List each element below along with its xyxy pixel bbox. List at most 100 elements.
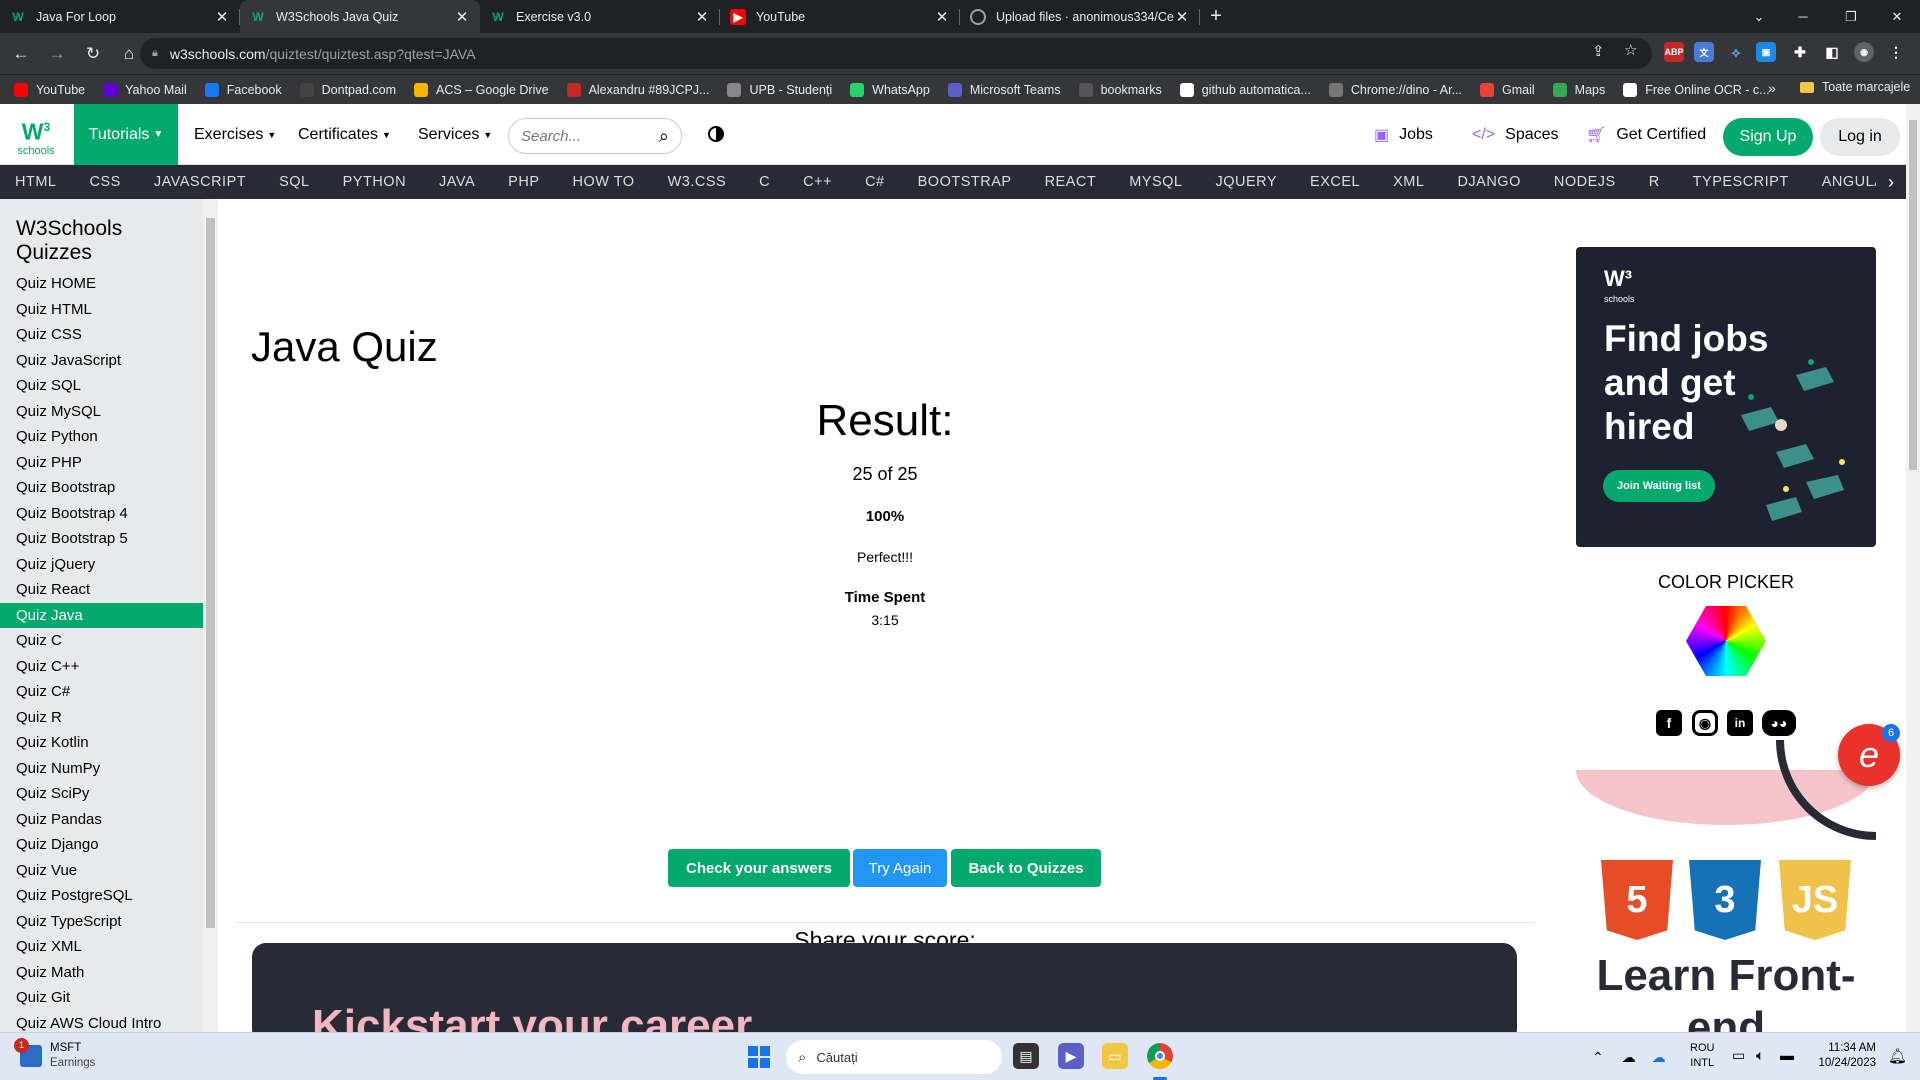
spaces-link[interactable]: </> Spaces bbox=[1472, 104, 1559, 165]
page-scroll-thumb[interactable] bbox=[1909, 120, 1917, 470]
sidebar-item[interactable]: Quiz Bootstrap 5 bbox=[0, 526, 203, 552]
dark-mode-toggle-icon[interactable] bbox=[708, 126, 724, 142]
sidebar-item[interactable]: Quiz SQL bbox=[0, 373, 203, 399]
sidebar-item[interactable]: Quiz AWS Cloud Intro bbox=[0, 1011, 203, 1033]
sidebar-item[interactable]: Quiz Bootstrap bbox=[0, 475, 203, 501]
sidebar-item[interactable]: Quiz SciPy bbox=[0, 781, 203, 807]
taskbar-search-input[interactable]: ⌕ Căutați bbox=[786, 1040, 1002, 1074]
translate-extension-icon[interactable]: 文 bbox=[1694, 42, 1714, 62]
extension-icon[interactable]: ⟡ bbox=[1726, 42, 1746, 62]
forward-button[interactable]: → bbox=[42, 39, 72, 69]
tab-close-icon[interactable]: ✕ bbox=[454, 8, 470, 26]
bookmark-star-icon[interactable]: ☆ bbox=[1624, 41, 1637, 59]
new-tab-button[interactable]: + bbox=[1200, 0, 1232, 33]
sidebar-item[interactable]: Quiz Bootstrap 4 bbox=[0, 501, 203, 527]
all-bookmarks-folder[interactable]: Toate marcajele bbox=[1800, 80, 1910, 94]
linkedin-icon[interactable]: in bbox=[1727, 710, 1753, 736]
browser-tab[interactable]: ▶ YouTube ✕ bbox=[720, 0, 960, 33]
bookmark-item[interactable]: Gmail bbox=[1480, 82, 1535, 97]
topic-link[interactable]: PHP bbox=[508, 174, 539, 190]
topic-link[interactable]: SQL bbox=[279, 174, 310, 190]
topic-link[interactable]: PYTHON bbox=[343, 174, 406, 190]
screenshot-extension-icon[interactable]: ▣ bbox=[1756, 42, 1776, 62]
topic-link[interactable]: EXCEL bbox=[1310, 174, 1360, 190]
browser-tab-active[interactable]: W W3Schools Java Quiz ✕ bbox=[240, 0, 480, 33]
sidebar-item[interactable]: Quiz React bbox=[0, 577, 203, 603]
log-in-button[interactable]: Log in bbox=[1820, 118, 1900, 156]
bookmark-item[interactable]: github automatica... bbox=[1179, 82, 1311, 97]
sidebar-item[interactable]: Quiz Python bbox=[0, 424, 203, 450]
reload-button[interactable]: ↻ bbox=[78, 39, 108, 69]
exercises-menu-button[interactable]: Exercises ▼ bbox=[194, 104, 276, 165]
topic-link[interactable]: TYPESCRIPT bbox=[1693, 174, 1789, 190]
topic-link[interactable]: REACT bbox=[1045, 174, 1097, 190]
file-explorer-icon[interactable]: ▭ bbox=[1102, 1043, 1128, 1069]
notifications-bell-icon[interactable]: 🔔︎ bbox=[1888, 1047, 1907, 1065]
topic-link[interactable]: R bbox=[1649, 174, 1660, 190]
tab-close-icon[interactable]: ✕ bbox=[214, 8, 230, 26]
network-icon[interactable]: ▭ bbox=[1732, 1047, 1745, 1064]
topic-link[interactable]: JQUERY bbox=[1215, 174, 1277, 190]
sidebar-item[interactable]: Quiz C++ bbox=[0, 654, 203, 680]
topics-scroll-right-icon[interactable]: › bbox=[1876, 165, 1906, 199]
volume-icon[interactable]: 🔈︎ bbox=[1756, 1047, 1764, 1064]
bookmark-item[interactable]: Microsoft Teams bbox=[947, 82, 1061, 97]
sidebar-item[interactable]: Quiz XML bbox=[0, 934, 203, 960]
sidebar-item[interactable]: Quiz TypeScript bbox=[0, 909, 203, 935]
get-certified-link[interactable]: 🛒︎ Get Certified bbox=[1586, 104, 1706, 165]
discord-icon[interactable]: ◕◕ bbox=[1762, 710, 1796, 736]
topic-link[interactable]: C# bbox=[865, 174, 885, 190]
site-search-input[interactable]: Search... ⌕ bbox=[508, 118, 682, 154]
services-menu-button[interactable]: Services ▼ bbox=[418, 104, 492, 165]
sidepanel-icon[interactable]: ◧ bbox=[1822, 42, 1842, 62]
sidebar-item[interactable]: Quiz HOME bbox=[0, 271, 203, 297]
bookmark-item[interactable]: Chrome://dino - Ar... bbox=[1328, 82, 1462, 97]
sidebar-item[interactable]: Quiz PostgreSQL bbox=[0, 883, 203, 909]
lock-icon[interactable]: 🔒︎ bbox=[152, 47, 158, 60]
adblock-extension-icon[interactable]: ABP bbox=[1664, 42, 1684, 62]
browser-tab[interactable]: W Exercise v3.0 ✕ bbox=[480, 0, 720, 33]
topic-link[interactable]: NODEJS bbox=[1554, 174, 1616, 190]
browser-tab[interactable]: W Java For Loop ✕ bbox=[0, 0, 240, 33]
sidebar-item[interactable]: Quiz Kotlin bbox=[0, 730, 203, 756]
onedrive-blue-icon[interactable]: ☁ bbox=[1652, 1049, 1666, 1066]
tray-overflow-chevron-icon[interactable]: ⌃ bbox=[1592, 1049, 1604, 1066]
sidebar-item[interactable]: Quiz Django bbox=[0, 832, 203, 858]
instagram-icon[interactable]: ◉ bbox=[1692, 710, 1718, 736]
jobs-link[interactable]: ▣ Jobs bbox=[1374, 104, 1433, 165]
sidebar-item[interactable]: Quiz jQuery bbox=[0, 552, 203, 578]
topic-link[interactable]: HOW TO bbox=[573, 174, 635, 190]
sidebar-item[interactable]: Quiz C bbox=[0, 628, 203, 654]
jobs-ad-banner[interactable]: W³ schools Find jobs and get hired Join W… bbox=[1576, 247, 1876, 547]
bookmark-item[interactable]: YouTube bbox=[14, 82, 85, 97]
puzzle-extensions-icon[interactable]: ✚ bbox=[1790, 42, 1810, 62]
sidebar-scroll-thumb[interactable] bbox=[206, 218, 215, 928]
task-view-icon[interactable]: ▤ bbox=[1013, 1043, 1039, 1069]
topic-link[interactable]: JAVA bbox=[439, 174, 475, 190]
sidebar-item[interactable]: Quiz JavaScript bbox=[0, 348, 203, 374]
tutorials-menu-button[interactable]: Tutorials ▼ bbox=[74, 104, 178, 165]
share-icon[interactable]: ⇪ bbox=[1592, 42, 1605, 60]
browser-tab[interactable]: Upload files · anonimous334/Ce ✕ bbox=[960, 0, 1200, 33]
topic-link[interactable]: C++ bbox=[803, 174, 832, 190]
bookmark-item[interactable]: Facebook bbox=[204, 82, 282, 97]
try-again-button[interactable]: Try Again bbox=[853, 849, 947, 887]
topic-link[interactable]: CSS bbox=[89, 174, 120, 190]
sidebar-item-active[interactable]: Quiz Java bbox=[0, 602, 203, 628]
tab-close-icon[interactable]: ✕ bbox=[694, 8, 710, 26]
bookmark-item[interactable]: UPB - Studenți bbox=[727, 82, 832, 97]
url-bar[interactable]: 🔒︎ w3schools.com/quiztest/quiztest.asp?q… bbox=[140, 38, 1652, 69]
back-to-quizzes-button[interactable]: Back to Quizzes bbox=[951, 849, 1101, 887]
sidebar-item[interactable]: Quiz NumPy bbox=[0, 756, 203, 782]
sidebar-item[interactable]: Quiz R bbox=[0, 705, 203, 731]
sidebar-item[interactable]: Quiz Vue bbox=[0, 858, 203, 884]
tab-close-icon[interactable]: ✕ bbox=[1174, 8, 1190, 26]
topic-link[interactable]: MYSQL bbox=[1129, 174, 1182, 190]
back-button[interactable]: ← bbox=[6, 39, 36, 69]
join-waiting-list-button[interactable]: Join Waiting list bbox=[1603, 470, 1715, 502]
topic-link[interactable]: HTML bbox=[15, 174, 56, 190]
check-answers-button[interactable]: Check your answers bbox=[668, 849, 850, 887]
chrome-icon[interactable] bbox=[1147, 1043, 1173, 1069]
sidebar-item[interactable]: Quiz HTML bbox=[0, 297, 203, 323]
bookmark-item[interactable]: bookmarks bbox=[1078, 82, 1162, 97]
